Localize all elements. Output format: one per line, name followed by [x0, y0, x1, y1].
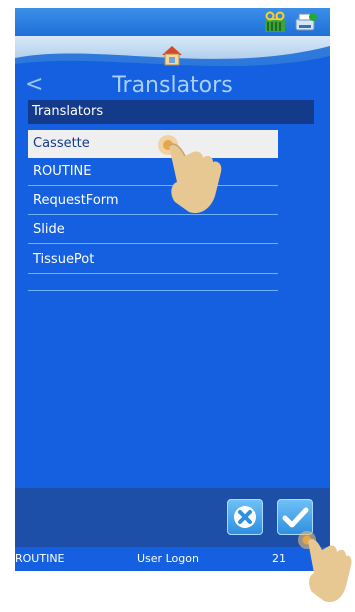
tap-hand-icon — [298, 531, 352, 603]
list-item-slide[interactable]: Slide — [28, 216, 278, 244]
cancel-button[interactable] — [227, 499, 263, 535]
list-item-cassette[interactable]: Cassette — [28, 130, 278, 158]
tap-hand-icon — [158, 135, 222, 214]
device-screen: < Translators Translators Cassette ROUTI… — [15, 8, 330, 571]
footer-time: 21 — [272, 552, 286, 565]
list-item-routine[interactable]: ROUTINE — [28, 158, 278, 186]
tape-icon — [265, 11, 285, 32]
list-header: Translators — [28, 100, 314, 124]
list-item-requestform[interactable]: RequestForm — [28, 187, 278, 215]
action-bar — [15, 488, 330, 547]
footer-profile-label: ROUTINE — [15, 552, 65, 565]
footer-bar: ROUTINE User Logon 21 — [15, 547, 330, 571]
home-icon[interactable] — [159, 42, 185, 68]
list-item-tissuepot[interactable]: TissuePot — [28, 246, 278, 274]
footer-user-logon[interactable]: User Logon — [137, 547, 199, 571]
list-divider — [28, 290, 278, 291]
status-bar — [15, 8, 330, 36]
cancel-x-icon — [234, 506, 256, 528]
title-row: < Translators — [15, 72, 330, 100]
printer-icon — [295, 13, 317, 31]
page-title: Translators — [112, 73, 233, 98]
